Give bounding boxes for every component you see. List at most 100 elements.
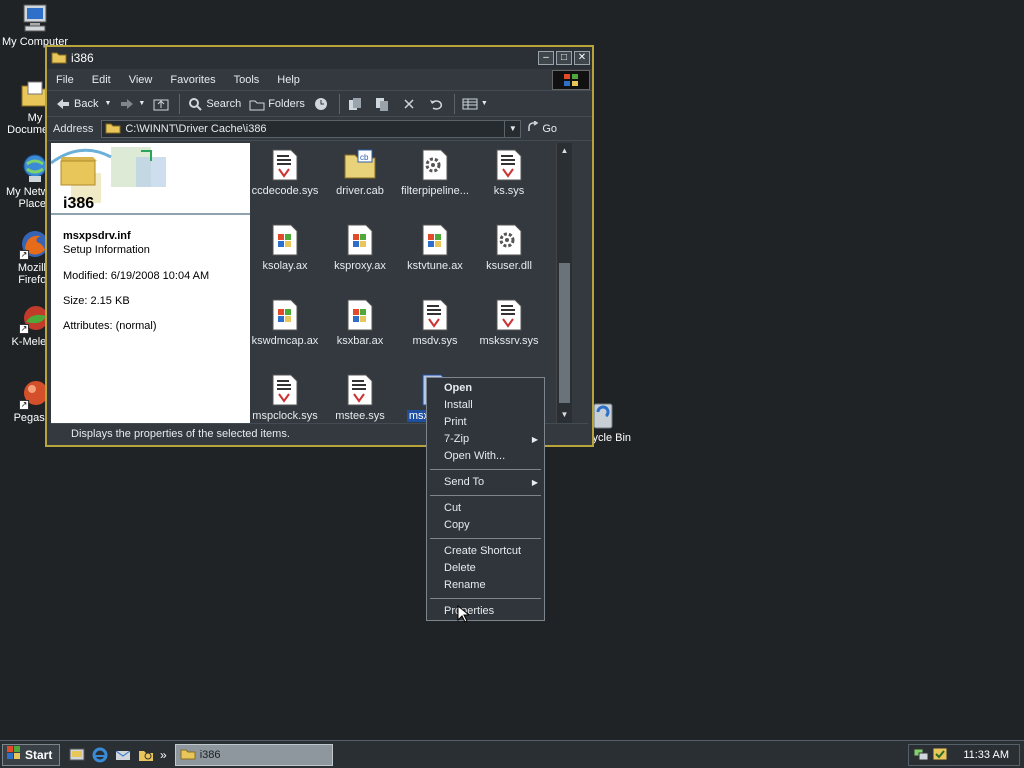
- file-label: ksxbar.ax: [336, 335, 384, 347]
- menu-view[interactable]: View: [120, 74, 162, 86]
- ax-file-icon: [272, 299, 298, 331]
- file-item[interactable]: kstvtune.ax: [395, 224, 475, 272]
- address-bar: Address C:\WINNT\Driver Cache\i386 ▼ Go: [47, 117, 592, 141]
- menu-item-install[interactable]: Install: [427, 397, 544, 414]
- file-item[interactable]: ksproxy.ax: [320, 224, 400, 272]
- move-to-icon: [347, 96, 363, 112]
- history-button[interactable]: [309, 93, 336, 115]
- menu-bar: File Edit View Favorites Tools Help: [47, 69, 592, 91]
- menu-item-copy[interactable]: Copy: [427, 517, 544, 534]
- computer-icon: [19, 2, 51, 34]
- forward-button[interactable]: ▼: [115, 93, 149, 115]
- menu-item-open-with[interactable]: Open With...: [427, 448, 544, 465]
- menu-separator: [430, 598, 541, 599]
- folders-button[interactable]: Folders: [245, 93, 309, 115]
- quick-launch: »: [68, 746, 167, 764]
- file-item[interactable]: ksuser.dll: [469, 224, 549, 272]
- back-arrow-icon: [55, 96, 71, 112]
- views-button[interactable]: ▼: [458, 93, 492, 115]
- scroll-thumb[interactable]: [559, 263, 570, 403]
- menu-item-delete[interactable]: Delete: [427, 560, 544, 577]
- file-label: driver.cab: [336, 185, 384, 197]
- copy-to-button[interactable]: [370, 93, 397, 115]
- file-label: kswdmcap.ax: [251, 335, 319, 347]
- selected-file-size: Size: 2.15 KB: [63, 295, 130, 307]
- file-label: kstvtune.ax: [407, 260, 463, 272]
- window-title: i386: [71, 51, 94, 65]
- move-to-button[interactable]: [343, 93, 370, 115]
- show-desktop-icon[interactable]: [68, 746, 86, 764]
- file-item[interactable]: kswdmcap.ax: [250, 299, 325, 347]
- menu-item-send-to[interactable]: Send To ▶: [427, 474, 544, 491]
- windows-explorer-icon[interactable]: [137, 746, 155, 764]
- vertical-scrollbar[interactable]: ▲ ▼: [556, 143, 572, 423]
- menu-help[interactable]: Help: [268, 74, 309, 86]
- quick-launch-chevron-icon[interactable]: »: [160, 748, 167, 762]
- chevron-down-icon[interactable]: ▼: [504, 120, 520, 137]
- file-item[interactable]: mstee.sys: [320, 374, 400, 422]
- desktop-icon-my-computer[interactable]: My Computer: [0, 2, 70, 48]
- shortcut-arrow-icon: ↗: [19, 400, 29, 410]
- close-button[interactable]: ✕: [574, 51, 590, 65]
- go-arrow-icon: [527, 120, 539, 136]
- file-item[interactable]: ksolay.ax: [250, 224, 325, 272]
- undo-button[interactable]: [424, 93, 451, 115]
- file-label: mstee.sys: [335, 410, 385, 422]
- clock[interactable]: 11:33 AM: [963, 749, 1009, 761]
- shortcut-arrow-icon: ↗: [19, 324, 29, 334]
- up-folder-button[interactable]: [149, 93, 176, 115]
- address-input[interactable]: C:\WINNT\Driver Cache\i386 ▼: [101, 119, 522, 138]
- file-item[interactable]: msdv.sys: [395, 299, 475, 347]
- file-label: ccdecode.sys: [251, 185, 319, 197]
- menu-item-create-shortcut[interactable]: Create Shortcut: [427, 543, 544, 560]
- menu-item-label: Create Shortcut: [444, 545, 522, 557]
- scroll-down-icon[interactable]: ▼: [557, 407, 572, 423]
- menu-item-label: 7-Zip: [444, 433, 470, 445]
- chevron-down-icon[interactable]: ▼: [481, 100, 488, 107]
- menu-item-properties[interactable]: Properties: [427, 603, 544, 623]
- mouse-cursor-icon: [457, 604, 471, 629]
- menu-tools[interactable]: Tools: [225, 74, 269, 86]
- file-item[interactable]: ks.sys: [469, 149, 549, 197]
- sys-file-icon: [347, 374, 373, 406]
- network-tray-icon[interactable]: [913, 746, 929, 765]
- submenu-arrow-icon: ▶: [531, 478, 538, 487]
- file-item[interactable]: cb driver.cab: [320, 149, 400, 197]
- outlook-express-icon[interactable]: [114, 746, 132, 764]
- menu-item-label: Open: [444, 382, 473, 394]
- minimize-button[interactable]: ‒: [538, 51, 554, 65]
- selected-file-modified: Modified: 6/19/2008 10:04 AM: [63, 270, 210, 282]
- start-button[interactable]: Start: [2, 743, 60, 766]
- menu-item-label: Print: [444, 416, 467, 428]
- menu-edit[interactable]: Edit: [83, 74, 120, 86]
- file-item[interactable]: filterpipeline...: [395, 149, 475, 197]
- delete-button[interactable]: [397, 93, 424, 115]
- search-button[interactable]: Search: [183, 93, 245, 115]
- chevron-down-icon[interactable]: ▼: [104, 100, 111, 107]
- file-item[interactable]: ksxbar.ax: [320, 299, 400, 347]
- file-item[interactable]: ccdecode.sys: [250, 149, 325, 197]
- internet-explorer-icon[interactable]: [91, 746, 109, 764]
- title-bar[interactable]: i386 ‒ □ ✕: [47, 47, 592, 69]
- scroll-up-icon[interactable]: ▲: [557, 143, 572, 159]
- taskbar-button-i386[interactable]: i386: [174, 743, 333, 766]
- maximize-button[interactable]: □: [556, 51, 572, 65]
- go-button[interactable]: Go: [527, 120, 557, 136]
- security-tray-icon[interactable]: [932, 746, 948, 765]
- chevron-down-icon[interactable]: ▼: [138, 100, 145, 107]
- menu-item-rename[interactable]: Rename: [427, 577, 544, 594]
- menu-item-label: Cut: [444, 502, 462, 514]
- context-menu[interactable]: Open Install Print 7-Zip ▶ Open With... S…: [426, 377, 545, 623]
- dll-gear-icon: [496, 224, 522, 256]
- file-item[interactable]: mspclock.sys: [250, 374, 325, 422]
- menu-file[interactable]: File: [47, 74, 83, 86]
- back-button[interactable]: Back ▼: [51, 93, 115, 115]
- menu-item-cut[interactable]: Cut: [427, 500, 544, 517]
- menu-favorites[interactable]: Favorites: [161, 74, 224, 86]
- file-item[interactable]: mskssrv.sys: [469, 299, 549, 347]
- menu-item-print[interactable]: Print: [427, 414, 544, 431]
- copy-to-icon: [374, 96, 390, 112]
- menu-item-open[interactable]: Open: [427, 380, 544, 397]
- menu-item-7zip[interactable]: 7-Zip ▶: [427, 431, 544, 448]
- undo-icon: [428, 96, 444, 112]
